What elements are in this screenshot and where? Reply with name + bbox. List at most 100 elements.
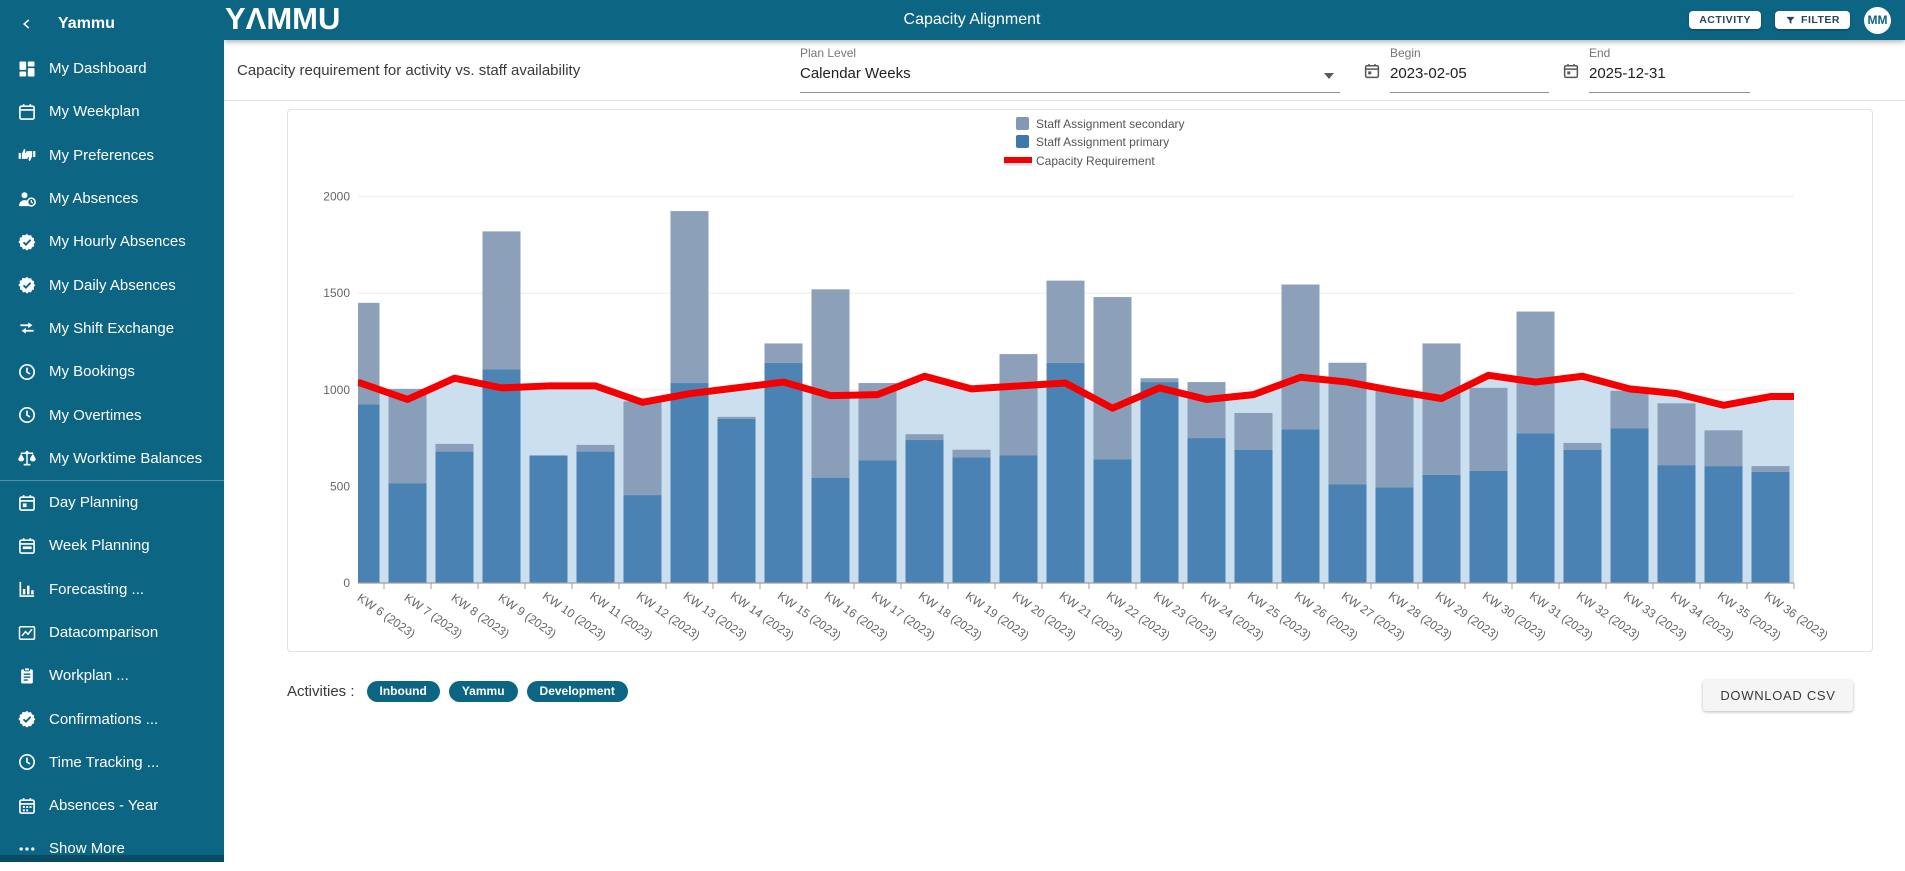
end-date-field: End 2025-12-31 — [1562, 47, 1750, 93]
activities-row: Activities : Inbound Yammu Development — [287, 680, 628, 702]
line-chart-icon — [17, 623, 37, 643]
activity-chip-inbound[interactable]: Inbound — [367, 681, 440, 702]
person-clock-icon — [17, 189, 37, 209]
capacity-chart: 0500100015002000KW 6 (2023)KW 7 (2023)KW… — [288, 110, 1872, 651]
chart-description: Capacity requirement for activity vs. st… — [237, 40, 580, 100]
chart-legend: Staff Assignment secondary Staff Assignme… — [1004, 117, 1185, 168]
sidebar-item-label: My Daily Absences — [49, 277, 176, 294]
sidebar-item-label: My Absences — [49, 190, 138, 207]
end-label: End — [1589, 47, 1750, 59]
sidebar-item-label: My Dashboard — [49, 60, 147, 77]
sidebar-item-label: My Shift Exchange — [49, 320, 174, 337]
sidebar-item-my-absences[interactable]: My Absences — [0, 177, 224, 220]
sidebar-item-my-worktime-balances[interactable]: My Worktime Balances — [0, 437, 224, 480]
header-actions: ACTIVITY FILTER MM — [1689, 0, 1891, 40]
chart-card: 0500100015002000KW 6 (2023)KW 7 (2023)KW… — [287, 109, 1873, 652]
sidebar-item-label: Forecasting ... — [49, 581, 144, 598]
app-header: YΛMMU Capacity Alignment ACTIVITY FILTER… — [224, 0, 1905, 40]
sidebar-item-week-planning[interactable]: Week Planning — [0, 524, 224, 567]
sidebar-item-show-more[interactable]: Show More — [0, 827, 224, 870]
sidebar-bottom-strip — [0, 855, 224, 862]
svg-text:1000: 1000 — [323, 383, 350, 397]
sidebar-item-my-shift-exchange[interactable]: My Shift Exchange — [0, 307, 224, 350]
sidebar-title: Yammu — [58, 15, 115, 33]
clock-icon — [17, 405, 37, 425]
sidebar-item-label: Time Tracking ... — [49, 754, 159, 771]
activity-chip-development[interactable]: Development — [527, 681, 628, 702]
sidebar-item-my-daily-absences[interactable]: My Daily Absences — [0, 263, 224, 306]
user-avatar[interactable]: MM — [1864, 7, 1891, 34]
activity-chips: Inbound Yammu Development — [367, 681, 628, 702]
sidebar-item-label: My Weekplan — [49, 103, 140, 120]
clock-icon — [17, 752, 37, 772]
svg-text:Staff Assignment primary: Staff Assignment primary — [1036, 135, 1169, 149]
sidebar-item-my-weekplan[interactable]: My Weekplan — [0, 90, 224, 133]
app-logo: YΛMMU — [225, 0, 340, 38]
sidebar-collapse[interactable]: Yammu — [0, 0, 224, 47]
svg-text:0: 0 — [343, 576, 350, 590]
calendar-day-icon — [17, 493, 37, 513]
sidebar-item-label: My Bookings — [49, 363, 135, 380]
svg-text:500: 500 — [330, 479, 350, 493]
plan-level-select[interactable]: Plan Level Calendar Weeks — [800, 47, 1340, 93]
activity-button-label: ACTIVITY — [1699, 14, 1751, 26]
swap-arrows-icon — [17, 318, 37, 338]
calendar-month-icon — [17, 796, 37, 816]
funnel-icon — [1785, 15, 1796, 26]
clock-icon — [17, 362, 37, 382]
calendar-week-icon — [17, 536, 37, 556]
sidebar-item-workplan[interactable]: Workplan ... — [0, 654, 224, 697]
filter-bar: Capacity requirement for activity vs. st… — [224, 40, 1905, 101]
sidebar-item-label: Workplan ... — [49, 667, 129, 684]
calendar-icon — [17, 102, 37, 122]
scale-icon — [17, 448, 37, 468]
sidebar-item-absences-year[interactable]: Absences - Year — [0, 784, 224, 827]
sidebar-item-forecasting[interactable]: Forecasting ... — [0, 568, 224, 611]
sidebar-item-my-dashboard[interactable]: My Dashboard — [0, 47, 224, 90]
sidebar-item-label: Week Planning — [49, 537, 150, 554]
sidebar-item-my-bookings[interactable]: My Bookings — [0, 350, 224, 393]
page-title: Capacity Alignment — [904, 0, 1041, 40]
download-csv-button[interactable]: DOWNLOAD CSV — [1703, 680, 1853, 711]
svg-text:1500: 1500 — [323, 286, 350, 300]
calendar-icon[interactable] — [1562, 61, 1580, 81]
sidebar-item-confirmations[interactable]: Confirmations ... — [0, 697, 224, 740]
svg-text:Capacity Requirement: Capacity Requirement — [1036, 154, 1155, 168]
sidebar-item-label: Absences - Year — [49, 797, 158, 814]
sidebar-item-label: Day Planning — [49, 494, 138, 511]
calendar-icon[interactable] — [1363, 61, 1381, 81]
plan-level-label: Plan Level — [800, 47, 1340, 59]
sidebar-item-my-preferences[interactable]: My Preferences — [0, 134, 224, 177]
badge-check-icon — [17, 709, 37, 729]
plan-level-value: Calendar Weeks — [800, 65, 1340, 83]
sidebar-item-time-tracking[interactable]: Time Tracking ... — [0, 741, 224, 784]
sidebar-item-my-hourly-absences[interactable]: My Hourly Absences — [0, 220, 224, 263]
sidebar-item-label: Datacomparison — [49, 624, 158, 641]
svg-text:Staff Assignment secondary: Staff Assignment secondary — [1036, 117, 1185, 131]
chevron-left-icon — [20, 17, 34, 31]
sidebar-item-label: Confirmations ... — [49, 711, 158, 728]
filter-button-label: FILTER — [1801, 14, 1840, 26]
thumbs-icon — [17, 145, 37, 165]
svg-text:2000: 2000 — [323, 190, 350, 204]
bar-chart-icon — [17, 579, 37, 599]
sidebar-item-label: My Overtimes — [49, 407, 142, 424]
sidebar-item-day-planning[interactable]: Day Planning — [0, 481, 224, 524]
activity-chip-yammu[interactable]: Yammu — [449, 681, 518, 702]
sidebar: Yammu My Dashboard My Weekplan My Preferen… — [0, 0, 224, 862]
sidebar-item-label: My Hourly Absences — [49, 233, 186, 250]
clipboard-icon — [17, 666, 37, 686]
end-input[interactable]: 2025-12-31 — [1589, 65, 1750, 83]
activity-button[interactable]: ACTIVITY — [1689, 11, 1761, 29]
filter-button[interactable]: FILTER — [1775, 11, 1850, 29]
sidebar-item-my-overtimes[interactable]: My Overtimes — [0, 393, 224, 436]
sidebar-item-label: My Worktime Balances — [49, 450, 202, 467]
begin-date-field: Begin 2023-02-05 — [1363, 47, 1549, 93]
begin-label: Begin — [1390, 47, 1549, 59]
sidebar-items: My Dashboard My Weekplan My Preferences My … — [0, 47, 224, 871]
badge-check-icon — [17, 275, 37, 295]
sidebar-item-datacomparison[interactable]: Datacomparison — [0, 611, 224, 654]
begin-input[interactable]: 2023-02-05 — [1390, 65, 1549, 83]
dashboard-icon — [17, 59, 37, 79]
activities-label: Activities : — [287, 683, 355, 700]
